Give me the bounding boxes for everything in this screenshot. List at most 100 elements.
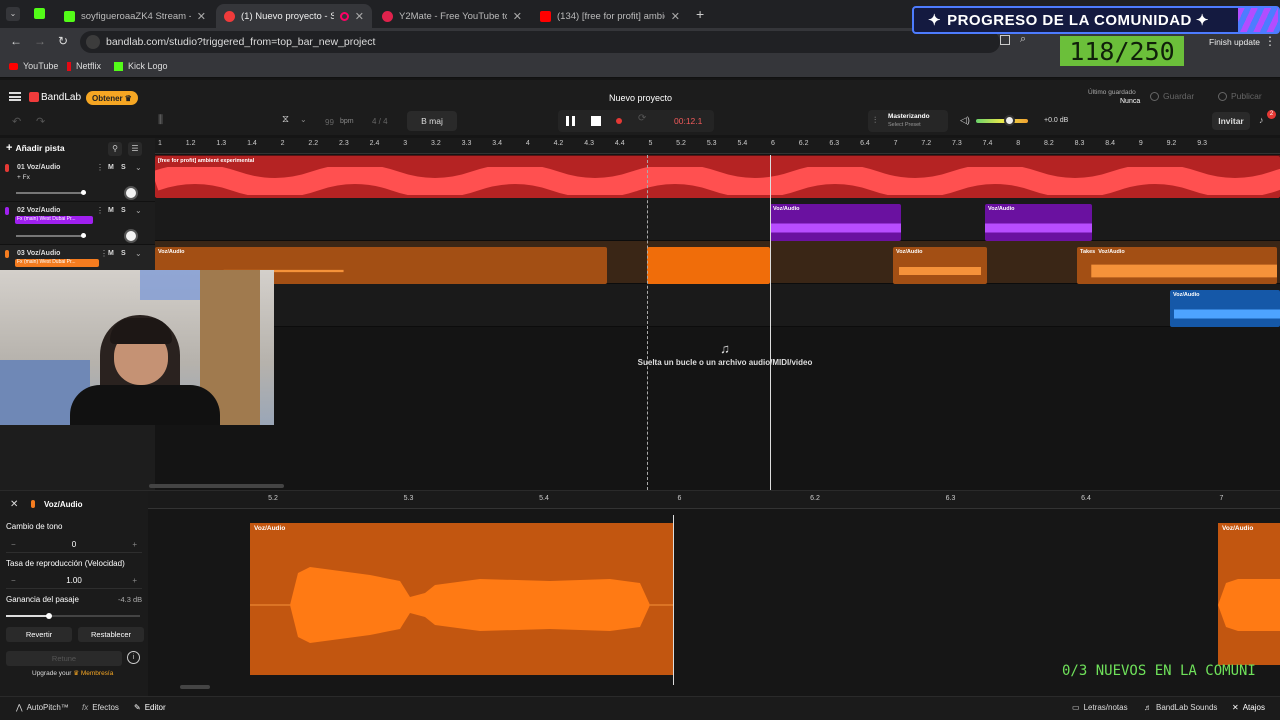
shortcuts-button[interactable]: ✕ Atajos [1232, 703, 1265, 712]
editor-ruler[interactable]: 5.2 5.3 5.4 6 6.2 6.3 6.4 7 [148, 491, 1280, 509]
track-volume-slider[interactable] [16, 190, 86, 195]
editor-tab-button[interactable]: ✎ Editor [134, 703, 166, 712]
invite-button[interactable]: Invitar [1212, 112, 1250, 130]
metronome-dropdown-icon[interactable]: ⌄ [300, 115, 307, 124]
slider-knob[interactable] [81, 233, 86, 238]
audio-clip-orange-2[interactable]: Voz/Audio [893, 247, 987, 284]
mute-button[interactable]: M [108, 164, 114, 171]
mute-button[interactable]: M [108, 207, 114, 214]
lyrics-notes-button[interactable]: ▭ Letras/notas [1072, 703, 1128, 712]
browser-menu-icon[interactable]: ⋮ [1264, 34, 1276, 48]
tab-youtube-ambient[interactable]: (134) [free for profit] ambient ✕ [532, 4, 688, 28]
audio-clip-ambient[interactable]: [free for profit] ambient experimental [155, 156, 1280, 198]
url-field[interactable]: bandlab.com/studio?triggered_from=top_ba… [80, 31, 1000, 53]
audio-clip-orange-takes[interactable]: Takes Voz/Audio [1077, 247, 1277, 284]
track-menu-icon[interactable]: ⋮ [96, 206, 104, 215]
reset-button[interactable]: Restablecer [78, 627, 144, 642]
track-menu-icon[interactable]: ⋮ [96, 163, 104, 172]
track-fx-chip[interactable]: Fx (main) West Dubai Pr... [15, 216, 93, 224]
track-menu-icon[interactable]: ⋮ [100, 249, 108, 258]
track-lane-03[interactable]: Voz/Audio Voz/Audio Takes Voz/Audio [155, 241, 1280, 284]
track-settings-icon[interactable]: ☰ [128, 142, 142, 156]
arrangement-area[interactable]: [free for profit] ambient experimental V… [149, 155, 1280, 490]
tab-kick-stream[interactable]: soyfigueroaaZK4 Stream - Watc ✕ [56, 4, 214, 28]
close-tab-icon[interactable]: ✕ [671, 10, 680, 23]
track-fx-label[interactable]: + Fx [17, 174, 30, 181]
cast-icon[interactable] [1000, 35, 1010, 45]
magic-wand-icon[interactable]: ⚲ [108, 142, 122, 156]
minus-icon[interactable]: − [11, 540, 16, 549]
notification-bell-icon[interactable]: ♪ [1259, 115, 1264, 125]
plus-icon[interactable]: + [132, 576, 137, 585]
tab-search-button[interactable]: ⌄ [6, 7, 20, 21]
key-selector[interactable]: B maj [407, 111, 457, 131]
track-row-01[interactable]: 01 Voz/Audio + Fx ⋮ M S ⌄ [0, 159, 155, 202]
bpm-value[interactable]: 99 [325, 118, 334, 127]
add-track-button[interactable]: + Añadir pista [6, 142, 65, 154]
editor-playhead-line[interactable] [673, 515, 674, 685]
back-icon[interactable]: ← [10, 34, 22, 48]
kick-pinned-icon[interactable] [34, 8, 45, 19]
undo-icon[interactable]: ↶ [12, 115, 21, 128]
editor-clip-next[interactable]: Voz/Audio [1218, 523, 1280, 665]
stop-button[interactable] [591, 116, 601, 126]
mastering-button[interactable]: ⫶ Masterizando Select Preset [868, 110, 948, 132]
upgrade-membership-link[interactable]: Upgrade your ♛ Membresía [32, 669, 113, 677]
speed-stepper[interactable]: − 1.00 + [6, 573, 142, 589]
editor-clip-main[interactable]: Voz/Audio [250, 523, 673, 675]
bookmark-kick-logo[interactable]: Kick Logo [114, 61, 168, 71]
reload-icon[interactable]: ↻ [58, 34, 68, 48]
brand-name[interactable]: BandLab [41, 92, 81, 103]
gain-slider[interactable] [6, 613, 140, 619]
track-volume-slider[interactable] [16, 233, 86, 238]
timeline-ruler[interactable]: 1 1.2 1.3 1.4 2 2.2 2.3 2.4 3 3.2 3.3 3.4 4 4.2 4.3 4.4… [155, 138, 1280, 154]
master-volume-slider[interactable] [976, 115, 1028, 126]
metronome-icon[interactable]: ⧖ [282, 114, 289, 125]
track-lane-02[interactable]: Voz/Audio Voz/Audio [155, 198, 1280, 241]
track-lane-04[interactable]: Voz/Audio [155, 284, 1280, 327]
audio-clip-orange-selected[interactable] [647, 247, 770, 284]
info-icon[interactable]: i [127, 651, 140, 664]
save-button[interactable]: Guardar [1150, 91, 1194, 101]
record-button[interactable] [616, 118, 622, 124]
mute-button[interactable]: M [108, 250, 114, 257]
pitch-stepper[interactable]: − 0 + [6, 537, 142, 553]
library-icon[interactable]: ⫼ [158, 114, 163, 127]
audio-clip-purple-1[interactable]: Voz/Audio [770, 204, 901, 241]
pause-button[interactable] [566, 116, 575, 126]
close-tab-icon[interactable]: ✕ [355, 10, 364, 23]
track-fx-chip[interactable]: Fx (main) West Dubai Pr... [15, 259, 99, 267]
track-expand-icon[interactable]: ⌄ [135, 163, 142, 172]
redo-icon[interactable]: ↷ [36, 115, 45, 128]
pan-knob[interactable] [124, 186, 138, 200]
speaker-icon[interactable]: ◁) [960, 115, 970, 126]
track-expand-icon[interactable]: ⌄ [135, 206, 142, 215]
zoom-icon[interactable]: ⌕ [1020, 33, 1026, 46]
editor-horizontal-scrollbar[interactable] [180, 685, 210, 689]
audio-clip-purple-2[interactable]: Voz/Audio [985, 204, 1092, 241]
drop-zone[interactable]: ♫ Suelta un bucle o un archivo audio/MID… [575, 341, 875, 368]
time-signature[interactable]: 4 / 4 [372, 117, 388, 126]
bookmark-youtube[interactable]: YouTube [9, 61, 58, 71]
effects-button[interactable]: fx Efectos [82, 703, 119, 712]
minus-icon[interactable]: − [11, 576, 16, 585]
solo-button[interactable]: S [121, 164, 126, 171]
retune-button[interactable]: Retune [6, 651, 122, 666]
close-editor-icon[interactable]: ✕ [10, 499, 18, 510]
audio-clip-blue[interactable]: Voz/Audio [1170, 290, 1280, 327]
track-lane-01[interactable]: [free for profit] ambient experimental [155, 155, 1280, 198]
tab-bandlab-studio[interactable]: (1) Nuevo proyecto - Studio ✕ [216, 4, 372, 28]
solo-button[interactable]: S [121, 250, 126, 257]
project-title[interactable]: Nuevo proyecto [609, 93, 672, 103]
revert-button[interactable]: Revertir [6, 627, 72, 642]
horizontal-scrollbar[interactable] [149, 484, 284, 488]
slider-knob[interactable] [81, 190, 86, 195]
close-tab-icon[interactable]: ✕ [197, 10, 206, 23]
close-tab-icon[interactable]: ✕ [513, 10, 522, 23]
pan-knob[interactable] [124, 229, 138, 243]
finish-update-button[interactable]: Finish update [1209, 37, 1260, 47]
playhead-line[interactable] [770, 155, 771, 490]
site-info-icon[interactable] [86, 35, 100, 49]
track-row-02[interactable]: 02 Voz/Audio Fx (main) West Dubai Pr... … [0, 202, 155, 245]
new-tab-button[interactable]: + [696, 6, 704, 22]
